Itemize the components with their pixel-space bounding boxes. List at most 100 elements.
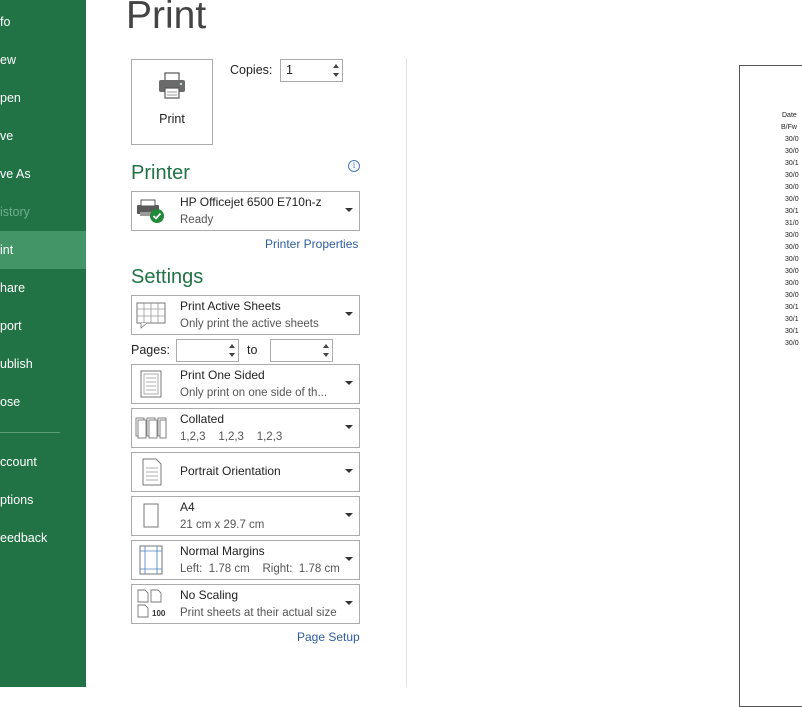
margins-dropdown[interactable]: Normal Margins Left: 1.78 cm Right: 1.78… — [131, 540, 360, 580]
nav-print[interactable]: int — [0, 231, 86, 269]
preview-row: 30/1 — [785, 160, 799, 167]
chevron-down-icon — [345, 381, 353, 385]
sides-title: Print One Sided — [180, 368, 265, 382]
nav-feedback-label: eedback — [0, 531, 48, 545]
margins-subtitle: Left: 1.78 cm Right: 1.78 cm — [180, 563, 340, 575]
nav-account[interactable]: ccount — [0, 443, 86, 481]
collation-dropdown[interactable]: Collated 1,2,3 1,2,3 1,2,3 — [131, 408, 360, 448]
margins-icon — [139, 545, 163, 575]
nav-save[interactable]: ve — [0, 117, 86, 155]
pages-from-decrement-button[interactable] — [229, 353, 235, 357]
pane-divider — [406, 58, 407, 687]
nav-save-label: ve — [0, 129, 14, 143]
printer-properties-link[interactable]: Printer Properties — [265, 237, 358, 251]
pages-to-decrement-button[interactable] — [323, 353, 329, 357]
paper-size-subtitle: 21 cm x 29.7 cm — [180, 519, 265, 531]
preview-row: 30/0 — [785, 244, 799, 251]
printer-section-title: Printer — [131, 162, 190, 184]
paper-size-dropdown[interactable]: A4 21 cm x 29.7 cm — [131, 496, 360, 536]
chevron-down-icon — [345, 557, 353, 561]
copies-decrement-button[interactable] — [333, 73, 339, 77]
nav-save-as[interactable]: ve As — [0, 155, 86, 193]
portrait-page-icon — [142, 458, 162, 486]
chevron-down-icon — [345, 208, 353, 212]
chevron-down-icon — [345, 601, 353, 605]
collation-subtitle: 1,2,3 1,2,3 1,2,3 — [180, 431, 283, 443]
preview-row: 30/0 — [785, 148, 799, 155]
one-sided-page-icon — [140, 370, 162, 398]
print-preview-page: Date B/Fw 30/0 30/0 30/1 30/0 30/0 30/0 … — [739, 65, 802, 707]
preview-row: 30/0 — [785, 136, 799, 143]
print-button-label: Print — [159, 112, 185, 126]
nav-close-label: ose — [0, 395, 21, 409]
page-setup-link[interactable]: Page Setup — [297, 630, 360, 644]
nav-publish[interactable]: ublish — [0, 345, 86, 383]
printer-dropdown[interactable]: HP Officejet 6500 E710n-z Ready — [131, 191, 360, 231]
preview-row: 31/0 — [785, 220, 799, 227]
scaling-dropdown[interactable]: No Scaling Print sheets at their actual … — [131, 584, 360, 624]
nav-open[interactable]: pen — [0, 79, 86, 117]
nav-share-label: hare — [0, 281, 26, 295]
preview-first-row: B/Fw — [781, 124, 797, 131]
backstage-sidebar: fo ew pen ve ve As istory int hare port … — [0, 0, 86, 687]
collated-pages-icon — [135, 417, 167, 439]
nav-history: istory — [0, 193, 86, 231]
nav-open-label: pen — [0, 91, 21, 105]
nav-new-label: ew — [0, 53, 16, 67]
nav-account-label: ccount — [0, 455, 37, 469]
sidebar-divider — [0, 432, 60, 433]
preview-row: 30/1 — [785, 208, 799, 215]
pages-to-increment-button[interactable] — [323, 344, 329, 348]
preview-row: 30/0 — [785, 232, 799, 239]
nav-options[interactable]: ptions — [0, 481, 86, 519]
pages-label: Pages: — [131, 343, 170, 357]
preview-row: 30/0 — [785, 172, 799, 179]
nav-history-label: istory — [0, 205, 30, 219]
pages-to-label: to — [247, 343, 258, 357]
print-pane: Print Print Copies: 1 Printer i HP Offic… — [86, 0, 802, 707]
preview-row: 30/0 — [785, 256, 799, 263]
printer-icon — [159, 72, 185, 99]
preview-row: 30/0 — [785, 196, 799, 203]
nav-export[interactable]: port — [0, 307, 86, 345]
pages-from-arrows — [224, 340, 238, 361]
preview-row: 30/1 — [785, 304, 799, 311]
sheets-grid-icon — [136, 302, 166, 329]
settings-section-title: Settings — [131, 266, 204, 288]
nav-export-label: port — [0, 319, 22, 333]
pages-to-spinner[interactable] — [270, 339, 333, 362]
chevron-down-icon — [345, 425, 353, 429]
preview-row: 30/0 — [785, 280, 799, 287]
printer-name: HP Officejet 6500 E710n-z — [180, 195, 322, 209]
nav-publish-label: ublish — [0, 357, 33, 371]
page-title: Print — [126, 0, 207, 37]
nav-save-as-label: ve As — [0, 167, 31, 181]
copies-label: Copies: — [230, 63, 273, 77]
orientation-dropdown[interactable]: Portrait Orientation — [131, 452, 360, 492]
nav-options-label: ptions — [0, 493, 34, 507]
copies-increment-button[interactable] — [333, 64, 339, 68]
nav-info[interactable]: fo — [0, 3, 86, 41]
copies-value: 1 — [286, 63, 293, 77]
paper-size-icon — [143, 503, 159, 528]
nav-close[interactable]: ose — [0, 383, 86, 421]
printer-status: Ready — [180, 214, 214, 226]
pages-from-spinner[interactable] — [176, 339, 239, 362]
preview-row: 30/1 — [785, 328, 799, 335]
nav-share[interactable]: hare — [0, 269, 86, 307]
sides-subtitle: Only print on one side of th... — [180, 387, 328, 399]
preview-row: 30/1 — [785, 316, 799, 323]
info-icon[interactable]: i — [348, 160, 360, 172]
print-what-dropdown[interactable]: Print Active Sheets Only print the activ… — [131, 295, 360, 335]
scaling-title: No Scaling — [180, 588, 239, 602]
print-what-subtitle: Only print the active sheets — [180, 318, 319, 330]
print-button[interactable]: Print — [131, 59, 213, 145]
pages-from-increment-button[interactable] — [229, 344, 235, 348]
copies-spinner[interactable]: 1 — [280, 59, 343, 82]
nav-feedback[interactable]: eedback — [0, 519, 86, 557]
sides-dropdown[interactable]: Print One Sided Only print on one side o… — [131, 364, 360, 404]
chevron-down-icon — [345, 513, 353, 517]
copies-spinner-arrows — [328, 60, 342, 81]
nav-new[interactable]: ew — [0, 41, 86, 79]
preview-row: 30/0 — [785, 292, 799, 299]
